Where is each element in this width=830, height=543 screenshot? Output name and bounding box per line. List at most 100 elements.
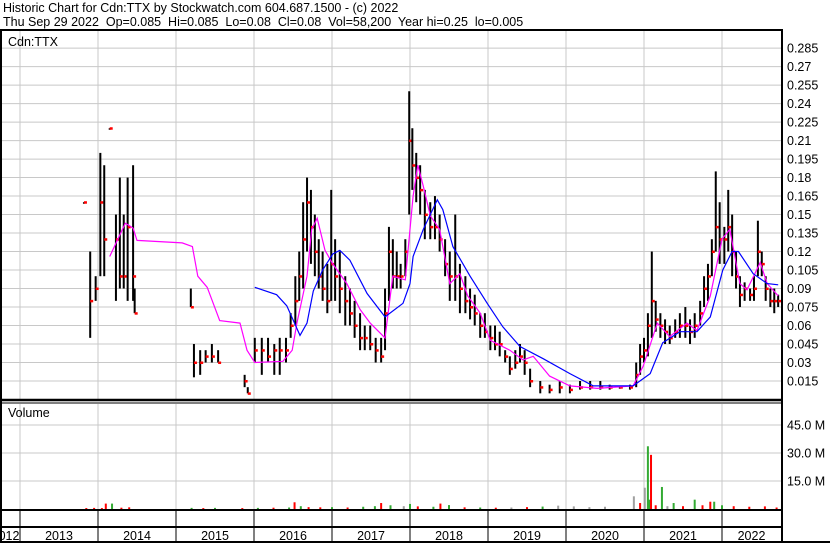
date-tick-label: 2016 [279,529,307,543]
volume-bar [748,506,751,509]
volume-bar [104,503,107,509]
volume-grid [2,404,781,542]
close-tick [420,188,424,192]
price-bar [411,128,414,190]
volume-bar [775,507,778,509]
short-moving-average-line [109,165,779,390]
volume-bar [479,507,482,509]
close-tick [770,299,774,303]
close-tick [279,349,283,352]
close-tick [480,324,484,328]
price-tick-label: 0.18 [787,171,811,185]
volume-bars [85,446,778,509]
volume-bar [672,503,675,509]
price-bar [103,165,106,277]
close-tick [303,238,307,241]
price-bar [334,239,337,301]
price-bar [338,251,341,314]
volume-bar [639,503,642,509]
volume-label: Volume [8,406,50,420]
price-bar [387,226,390,301]
price-bar [508,356,511,375]
volume-bar [557,505,560,509]
close-tick [109,127,113,130]
price-tick-label: 0.045 [787,338,818,352]
volume-tick-label: 15.0 M [787,474,825,488]
price-bar [260,337,263,375]
date-tick-label: 2020 [591,529,619,543]
volume-bar [307,507,310,509]
date-tick-label: 2014 [123,529,151,543]
price-tick-label: 0.225 [787,116,818,130]
volume-bar [666,506,669,509]
close-tick [381,355,385,358]
close-tick [211,355,215,358]
close-tick [530,380,534,383]
close-tick [559,386,563,389]
volume-bar [293,502,296,509]
close-tick [739,293,743,297]
volume-bar [241,508,244,509]
volume-bar [111,503,114,509]
stock-chart: Cdn:TTX Volume 0.2850.270.2550.240.2250.… [0,29,830,543]
close-tick [430,225,434,229]
volume-bar [256,507,259,509]
close-tick [761,262,765,266]
price-bar [650,251,653,338]
close-tick [345,299,349,303]
date-tick-label: 2021 [669,529,697,543]
close-tick [339,287,343,291]
close-tick [711,250,715,254]
price-bar [684,307,687,338]
volume-bar [93,507,96,509]
volume-bar [389,505,392,509]
date-tick-label: 2015 [201,529,229,543]
volume-bar [643,487,646,509]
volume-bar [272,507,275,509]
price-bar [359,313,362,351]
close-tick [295,299,299,303]
price-tick-label: 0.27 [787,60,811,74]
volume-bar [693,499,696,509]
close-tick [299,275,303,278]
price-bar [369,325,372,351]
close-tick [244,380,248,383]
price-bar [217,350,220,363]
price-bar [326,263,329,314]
price-bar [306,177,309,252]
price-bar [464,276,467,314]
price-tick-label: 0.21 [787,134,811,148]
price-bar [278,337,281,375]
price-bar [380,337,383,363]
close-tick [193,361,197,365]
close-tick [285,349,289,352]
close-tick [515,361,519,365]
price-tick-label: 0.12 [787,245,811,259]
price-tick-label: 0.255 [787,79,818,93]
close-tick [724,238,728,241]
close-tick [268,355,272,358]
price-bar [384,288,387,351]
close-tick [694,324,698,328]
close-tick [540,386,544,389]
close-tick [655,318,659,321]
close-tick [549,388,553,392]
price-bar [89,251,92,338]
price-bar [743,282,746,301]
volume-bar [448,505,450,509]
volume-bar [214,507,216,509]
close-tick [95,287,99,291]
symbol-label: Cdn:TTX [8,35,59,49]
price-bar [494,325,497,351]
price-axis-labels: 0.285 0.27 0.255 0.24 0.225 0.21 0.195 0.18 0.16… [787,42,818,389]
close-tick [774,299,778,303]
price-bar [114,214,117,301]
price-tick-label: 0.09 [787,282,811,296]
volume-bar [588,507,591,509]
volume-bar [288,507,291,509]
volume-bar [632,496,635,509]
close-tick [90,299,94,303]
volume-bar [604,506,606,509]
price-tick-label: 0.165 [787,190,818,204]
price-bar [727,189,730,252]
